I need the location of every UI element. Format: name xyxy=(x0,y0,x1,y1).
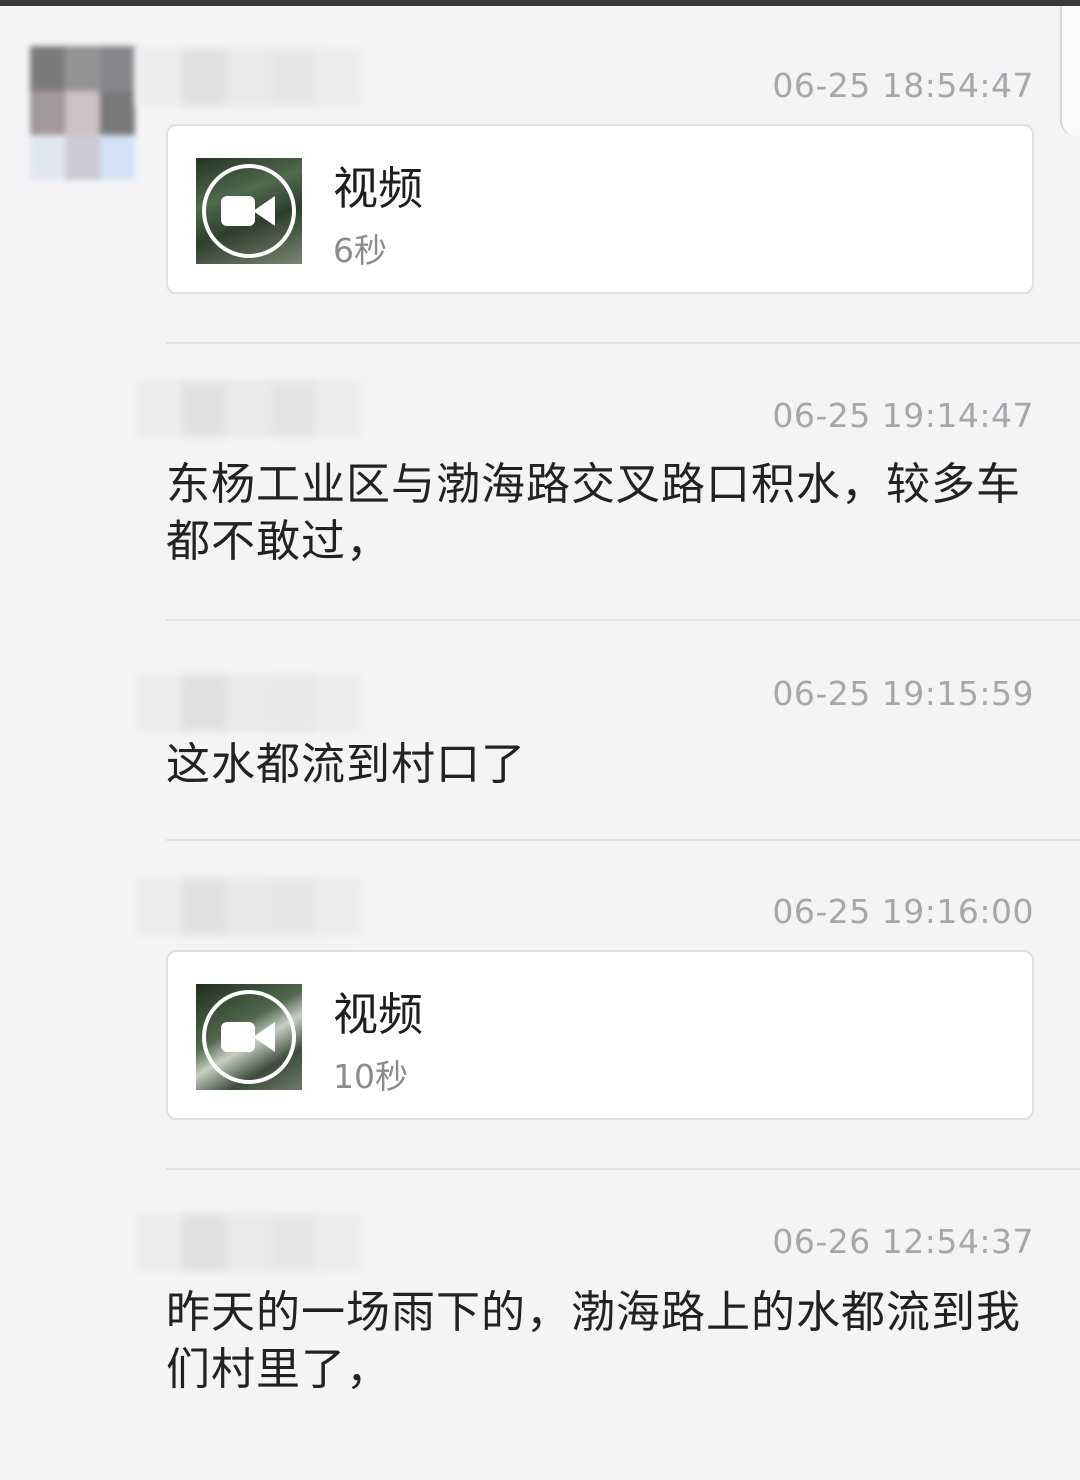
message-text[interactable]: 这水都流到村口了 xyxy=(166,736,1036,793)
message-timestamp: 06-25 18:54:47 xyxy=(772,66,1034,105)
video-title: 视频 xyxy=(333,162,424,215)
avatar[interactable] xyxy=(30,46,135,180)
sender-name xyxy=(136,878,361,936)
sender-name xyxy=(136,674,361,732)
video-thumbnail xyxy=(196,158,302,264)
message-timestamp: 06-25 19:14:47 xyxy=(772,396,1034,435)
video-duration: 10秒 xyxy=(333,1057,408,1096)
message-text[interactable]: 昨天的一场雨下的，渤海路上的水都流到我们村里了， xyxy=(166,1284,1036,1398)
message-text[interactable]: 东杨工业区与渤海路交叉路口积水，较多车都不敢过， xyxy=(166,456,1036,570)
chat-history-page: 06-25 18:54:47 视频 6秒 06-25 19:14:47 东杨工业… xyxy=(0,0,1080,1480)
status-bar-edge xyxy=(0,0,1080,6)
sender-name xyxy=(136,380,361,438)
scroll-indicator xyxy=(1060,6,1080,136)
message-timestamp: 06-26 12:54:37 xyxy=(772,1222,1034,1261)
video-camera-icon xyxy=(221,1022,255,1052)
message-divider xyxy=(166,619,1080,621)
video-camera-icon xyxy=(221,196,255,226)
message-divider xyxy=(166,1168,1080,1170)
video-thumbnail xyxy=(196,984,302,1090)
sender-name xyxy=(136,1214,361,1272)
video-duration: 6秒 xyxy=(333,231,387,270)
video-message-card[interactable]: 视频 6秒 xyxy=(166,124,1034,294)
message-divider xyxy=(166,839,1080,841)
sender-name xyxy=(136,48,361,106)
message-divider xyxy=(166,342,1080,344)
message-timestamp: 06-25 19:15:59 xyxy=(772,674,1034,713)
video-title: 视频 xyxy=(333,988,424,1041)
message-timestamp: 06-25 19:16:00 xyxy=(772,892,1034,931)
video-message-card[interactable]: 视频 10秒 xyxy=(166,950,1034,1120)
